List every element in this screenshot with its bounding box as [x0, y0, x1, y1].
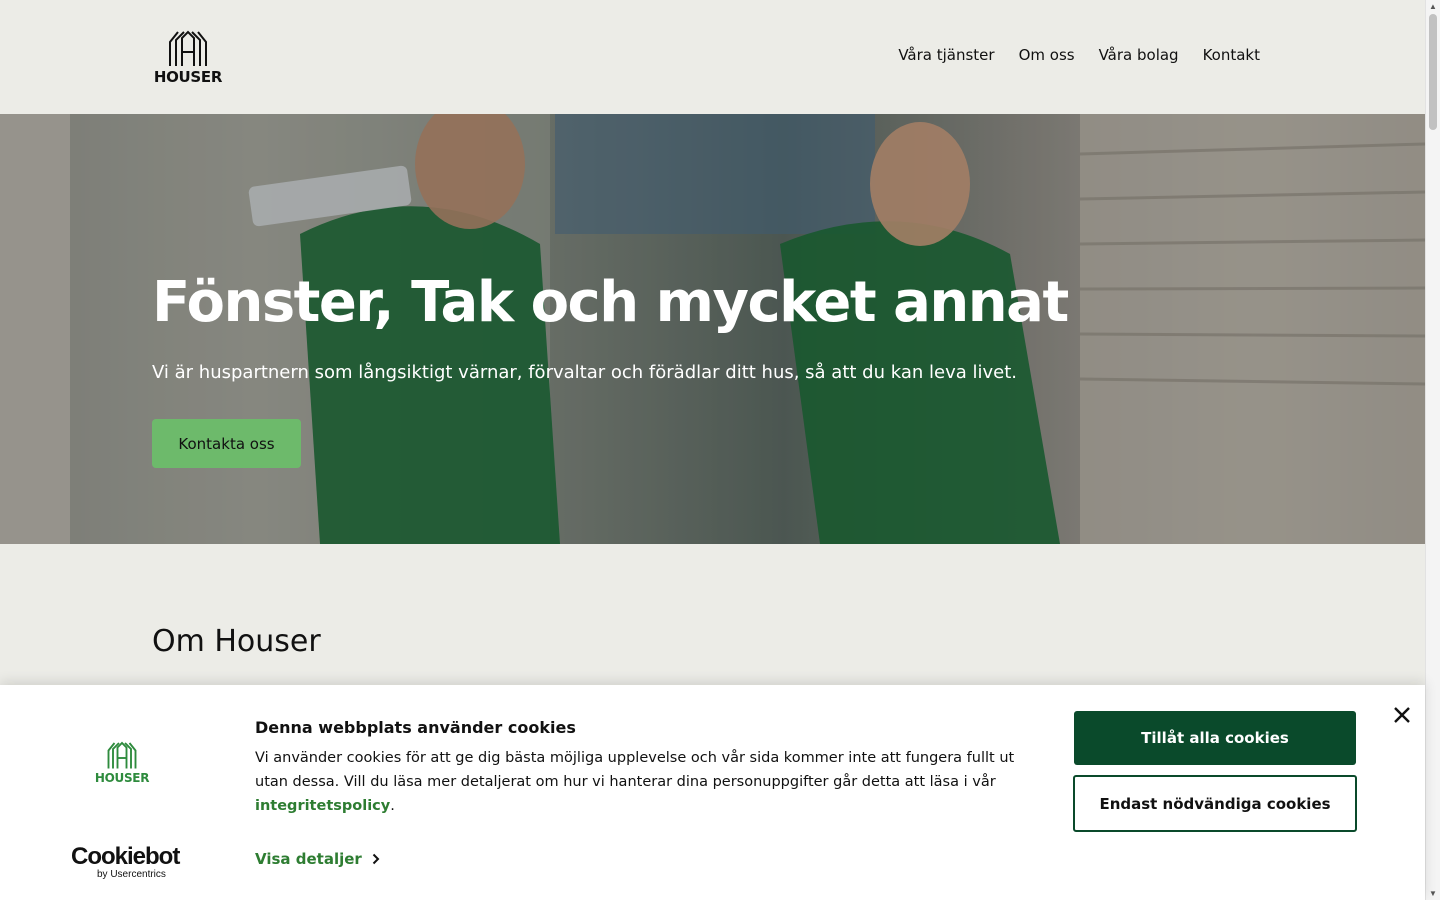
close-icon[interactable]: [1392, 705, 1412, 725]
hero-title: Fönster, Tak och mycket annat: [152, 270, 1069, 335]
show-details-label: Visa detaljer: [255, 850, 362, 868]
scroll-thumb[interactable]: [1429, 14, 1437, 130]
houser-logo-icon: [169, 30, 207, 66]
nav-item-about[interactable]: Om oss: [1019, 46, 1075, 64]
show-details-link[interactable]: Visa detaljer: [255, 850, 380, 868]
cookiebot-brand[interactable]: Cookiebot by Usercentrics: [71, 843, 180, 881]
nav-item-contact[interactable]: Kontakt: [1203, 46, 1260, 64]
scroll-down-icon[interactable]: ▼: [1429, 889, 1437, 898]
cookie-text-suffix: .: [390, 798, 395, 814]
nav-item-companies[interactable]: Våra bolag: [1099, 46, 1179, 64]
cookie-banner-logo: HOUSER: [94, 740, 150, 785]
cookie-text: Vi använder cookies för att ge dig bästa…: [255, 746, 1045, 818]
main-nav: Våra tjänster Om oss Våra bolag Kontakt: [898, 46, 1260, 64]
site-header: HOUSER Våra tjänster Om oss Våra bolag K…: [0, 0, 1425, 114]
cookiebot-name: Cookiebot: [71, 843, 180, 870]
cookie-body-text: Vi använder cookies för att ge dig bästa…: [255, 750, 1015, 790]
necessary-cookies-button[interactable]: Endast nödvändiga cookies: [1073, 775, 1357, 832]
houser-logo-icon: [107, 741, 137, 769]
houser-logo[interactable]: HOUSER: [152, 28, 224, 88]
cookie-banner: HOUSER Cookiebot by Usercentrics Denna w…: [0, 685, 1425, 900]
cookie-title: Denna webbplats använder cookies: [255, 718, 576, 737]
contact-us-button[interactable]: Kontakta oss: [152, 419, 301, 468]
hero-subtitle: Vi är huspartnern som långsiktigt värnar…: [152, 362, 1017, 383]
privacy-policy-link[interactable]: integritetspolicy: [255, 798, 390, 814]
page-scrollbar[interactable]: ▲ ▼: [1425, 0, 1440, 900]
scroll-up-icon[interactable]: ▲: [1429, 2, 1437, 11]
cookie-logo-text: HOUSER: [94, 771, 150, 785]
logo-text: HOUSER: [153, 68, 223, 86]
chevron-right-icon: [372, 853, 380, 865]
about-title: Om Houser: [152, 624, 321, 659]
allow-all-cookies-button[interactable]: Tillåt alla cookies: [1074, 711, 1356, 765]
nav-item-services[interactable]: Våra tjänster: [898, 46, 994, 64]
hero-section: Fönster, Tak och mycket annat Vi är husp…: [0, 114, 1425, 544]
cookiebot-by: by Usercentrics: [97, 869, 166, 880]
